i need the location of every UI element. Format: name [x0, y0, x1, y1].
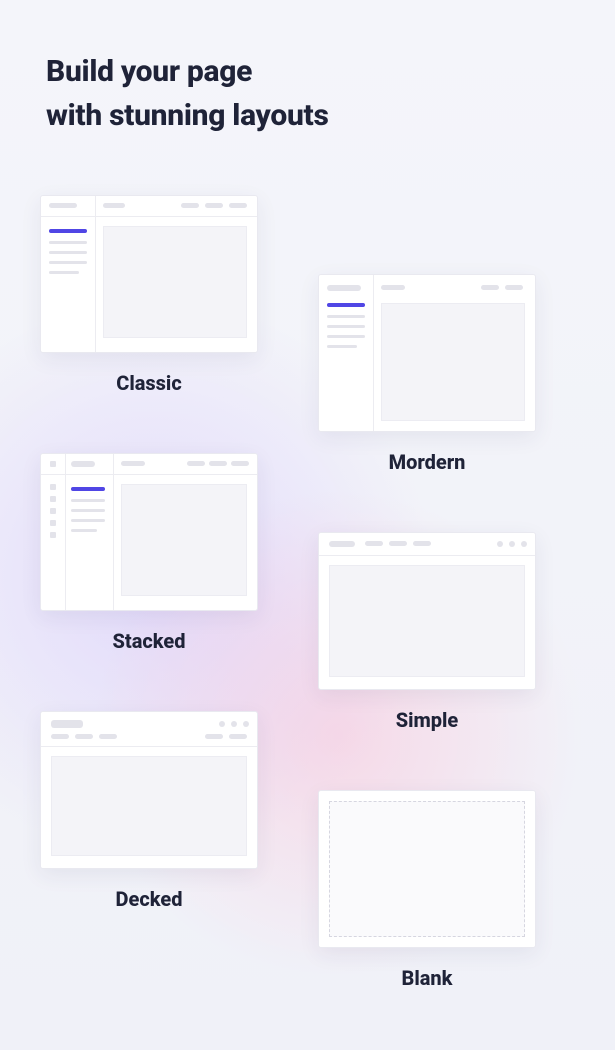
layout-label-classic: Classic [40, 371, 258, 395]
layout-thumbnail-blank [318, 790, 536, 948]
layout-label-stacked: Stacked [40, 629, 258, 653]
layout-label-modern: Mordern [318, 450, 536, 474]
layout-thumbnail-simple [318, 532, 536, 690]
layout-label-blank: Blank [318, 966, 536, 990]
layout-card-classic[interactable]: Classic [40, 195, 258, 395]
layout-thumbnail-modern [318, 274, 536, 432]
layout-thumbnail-stacked [40, 453, 258, 611]
layout-card-decked[interactable]: Decked [40, 711, 258, 911]
layout-card-blank[interactable]: Blank [318, 790, 536, 990]
layout-thumbnail-decked [40, 711, 258, 869]
heading-line-1: Build your page [46, 54, 252, 89]
page-heading: Build your page with stunning layouts [46, 50, 329, 137]
layout-thumbnail-classic [40, 195, 258, 353]
heading-line-2: with stunning layouts [46, 98, 329, 133]
layout-card-simple[interactable]: Simple [318, 532, 536, 732]
layout-label-simple: Simple [318, 708, 536, 732]
layout-label-decked: Decked [40, 887, 258, 911]
layout-card-stacked[interactable]: Stacked [40, 453, 258, 653]
layout-card-modern[interactable]: Mordern [318, 274, 536, 474]
